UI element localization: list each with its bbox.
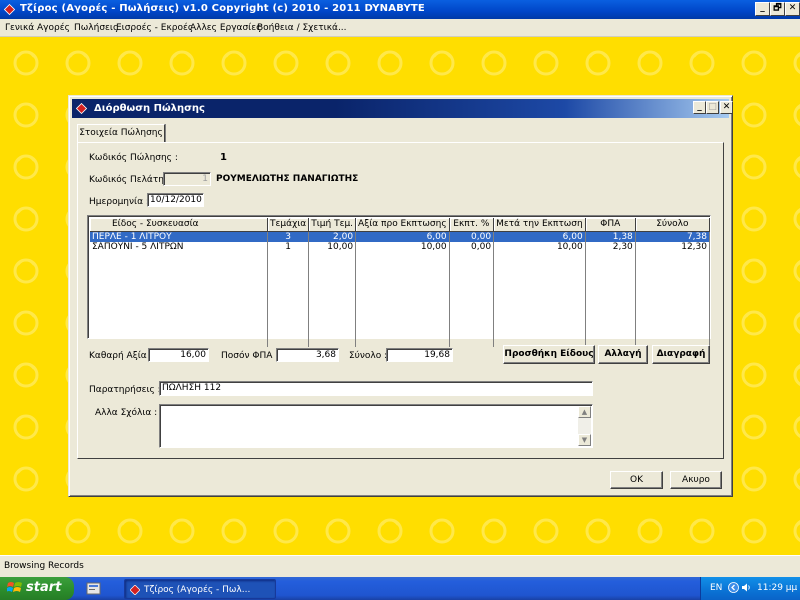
- start-button[interactable]: start: [0, 577, 74, 600]
- col-unit-price[interactable]: Τιμή Τεμ.: [308, 218, 357, 232]
- total-field[interactable]: 19,68: [386, 348, 453, 362]
- ok-button[interactable]: OK: [610, 471, 663, 489]
- col-after-discount[interactable]: Μετά την Εκπτωση: [493, 218, 586, 232]
- table-row[interactable]: ΣΑΠΟΥΝΙ - 5 ΛΙΤΡΩΝ 1 10,00 10,00 0,00 10…: [90, 241, 711, 252]
- cell-after-discount: 10,00: [493, 241, 586, 252]
- col-vat[interactable]: ΦΠΑ: [585, 218, 636, 232]
- col-value-before-discount[interactable]: Αξία προ Εκπτωσης: [355, 218, 450, 232]
- system-tray: EN 11:29 μμ: [700, 577, 800, 600]
- taskbar-app-button[interactable]: Τζίρος (Αγορές - Πωλ...: [124, 579, 276, 599]
- start-label: start: [26, 580, 62, 595]
- net-value-field[interactable]: 16,00: [148, 348, 209, 362]
- customer-code-field[interactable]: 1: [163, 172, 211, 186]
- col-pieces[interactable]: Τεμάχια: [267, 218, 310, 232]
- vat-amount-label: Ποσόν ΦΠΑ :: [221, 351, 279, 361]
- cell-unit-price: 10,00: [308, 241, 357, 252]
- taskbar: start Τζίρος (Αγορές - Πωλ... EN 11:29 μ…: [0, 577, 800, 600]
- menu-purchases[interactable]: Αγορές: [37, 23, 70, 33]
- customer-name: ΡΟΥΜΕΛΙΩΤΗΣ ΠΑΝΑΓΙΩΤΗΣ: [216, 174, 359, 184]
- col-total[interactable]: Σύνολο: [635, 218, 711, 232]
- status-bar: Browsing Records: [0, 555, 800, 577]
- menu-help-about[interactable]: Βοήθεια / Σχετικά...: [257, 23, 347, 33]
- cell-pieces: 1: [267, 241, 310, 252]
- add-item-button[interactable]: Προσθήκη Είδους: [503, 345, 595, 364]
- cell-discount: 0,00: [449, 231, 495, 242]
- dialog-maximize-button[interactable]: □: [706, 101, 719, 114]
- cell-after-discount: 6,00: [493, 231, 586, 242]
- change-button[interactable]: Αλλαγή: [598, 345, 648, 364]
- dialog-title-bar[interactable]: Διόρθωση Πώλησης _ □ ✕: [72, 99, 733, 118]
- volume-icon[interactable]: [741, 582, 752, 593]
- other-comments-field[interactable]: ▲ ▼: [159, 404, 593, 448]
- app-title-bar[interactable]: Τζίρος (Αγορές - Πωλήσεις) v1.0 Copyrigh…: [0, 0, 800, 19]
- quick-launch-icon[interactable]: [86, 581, 102, 596]
- cell-value-before-discount: 10,00: [355, 241, 450, 252]
- cell-unit-price: 2,00: [308, 231, 357, 242]
- dialog-title: Διόρθωση Πώλησης: [94, 103, 205, 114]
- app-title: Τζίρος (Αγορές - Πωλήσεις) v1.0 Copyrigh…: [20, 3, 425, 14]
- app-icon[interactable]: [4, 4, 15, 15]
- scroll-up-arrow-icon[interactable]: ▲: [578, 406, 591, 418]
- minimize-button[interactable]: _: [755, 2, 770, 16]
- table-row[interactable]: ΠΕΡΛΕ - 1 ΛΙΤΡΟΥ 3 2,00 6,00 0,00 6,00 1…: [90, 231, 711, 242]
- menu-general[interactable]: Γενικά: [5, 23, 34, 33]
- chevron-tray-icon[interactable]: [728, 582, 739, 593]
- remarks-field[interactable]: ΠΩΛΗΣΗ 112: [159, 381, 593, 396]
- vat-amount-field[interactable]: 3,68: [276, 348, 339, 362]
- total-label: Σύνολο :: [349, 351, 388, 361]
- dialog-icon: [76, 103, 87, 114]
- cell-vat: 1,38: [585, 231, 636, 242]
- cell-vat: 2,30: [585, 241, 636, 252]
- close-button[interactable]: ✕: [785, 2, 800, 16]
- cell-value-before-discount: 6,00: [355, 231, 450, 242]
- cell-total: 12,30: [635, 241, 711, 252]
- clock: 11:29 μμ: [757, 583, 798, 593]
- menu-sales[interactable]: Πωλήσεις: [74, 23, 118, 33]
- taskbar-app-label: Τζίρος (Αγορές - Πωλ...: [144, 585, 251, 595]
- menu-inflows-outflows[interactable]: Εισροές - Εκροές: [116, 23, 193, 33]
- date-field[interactable]: 10/12/2010: [147, 193, 204, 207]
- windows-logo-icon: [7, 582, 22, 592]
- col-discount[interactable]: Εκπτ. %: [449, 218, 495, 232]
- menu-other-tasks[interactable]: Αλλες Εργασίες: [190, 23, 261, 33]
- app-task-icon: [130, 585, 140, 595]
- tab-sale-details[interactable]: Στοιχεία Πώλησης: [77, 124, 165, 142]
- delete-button[interactable]: Διαγραφή: [652, 345, 710, 364]
- cell-total: 7,38: [635, 231, 711, 242]
- comments-scrollbar[interactable]: ▲ ▼: [578, 406, 591, 446]
- cell-item: ΠΕΡΛΕ - 1 ΛΙΤΡΟΥ: [90, 231, 269, 242]
- grid-empty-area: [90, 251, 711, 347]
- status-text: Browsing Records: [4, 561, 84, 571]
- menu-bar: Γενικά Αγορές Πωλήσεις Εισροές - Εκροές …: [0, 19, 800, 37]
- other-comments-label: Αλλα Σχόλια :: [95, 408, 158, 418]
- language-indicator[interactable]: EN: [710, 583, 722, 593]
- remarks-label: Παρατηρήσεις :: [89, 385, 161, 395]
- sale-code-label: Κωδικός Πώλησης :: [89, 153, 178, 163]
- customer-code-label: Κωδικός Πελάτη :: [89, 175, 170, 185]
- grid-header-row: Είδος - Συσκευασία Τεμάχια Τιμή Τεμ. Αξί…: [90, 218, 711, 232]
- date-label: Ημερομηνία :: [89, 197, 149, 207]
- restore-button[interactable]: 🗗: [770, 2, 785, 16]
- dialog-minimize-button[interactable]: _: [693, 101, 706, 114]
- net-value-label: Καθαρή Αξία :: [89, 351, 153, 361]
- scroll-down-arrow-icon[interactable]: ▼: [578, 434, 591, 446]
- dialog-close-button[interactable]: ✕: [720, 101, 733, 114]
- cell-item: ΣΑΠΟΥΝΙ - 5 ΛΙΤΡΩΝ: [90, 241, 269, 252]
- items-grid[interactable]: Είδος - Συσκευασία Τεμάχια Τιμή Τεμ. Αξί…: [87, 215, 711, 347]
- cell-pieces: 3: [267, 231, 310, 242]
- col-item[interactable]: Είδος - Συσκευασία: [90, 218, 269, 232]
- cancel-button[interactable]: Ακυρο: [670, 471, 722, 489]
- sale-code-value: 1: [220, 152, 227, 163]
- cell-discount: 0,00: [449, 241, 495, 252]
